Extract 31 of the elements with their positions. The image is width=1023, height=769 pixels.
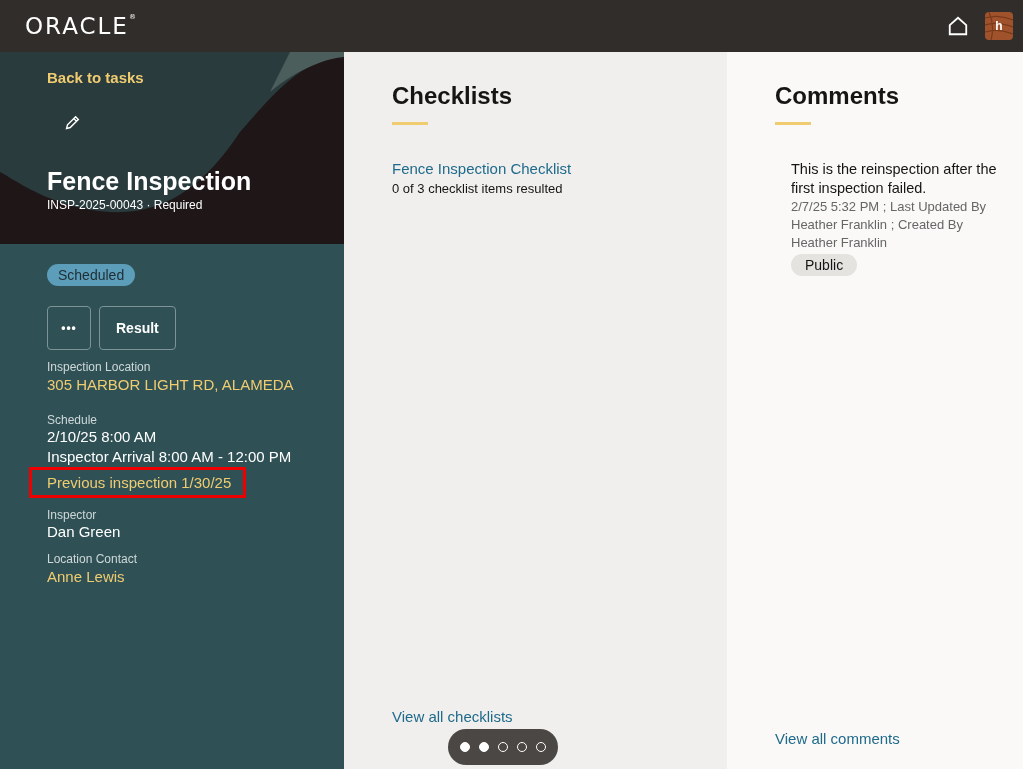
previous-inspection-link[interactable]: Previous inspection 1/30/25 <box>47 474 232 491</box>
section-title: Comments <box>775 82 900 110</box>
home-icon[interactable] <box>947 15 969 37</box>
edit-icon[interactable] <box>63 114 81 132</box>
page-dot[interactable] <box>479 742 489 752</box>
user-avatar[interactable]: h <box>985 12 1013 40</box>
field-label: Inspector <box>47 508 97 522</box>
field-value: Inspector Arrival 8:00 AM - 12:00 PM <box>47 447 292 467</box>
more-button[interactable]: ••• <box>47 306 91 350</box>
field-value: 2/10/25 8:00 AM <box>47 427 157 447</box>
view-all-link[interactable]: View all checklists <box>392 708 513 725</box>
comment-meta: 2/7/25 5:32 PM ; Last Updated By Heather Franklin ; Created By Heather Franklin <box>791 198 988 252</box>
checklist-summary: 0 of 3 checklist items resulted <box>392 181 564 196</box>
back-link[interactable]: Back to tasks <box>47 69 297 86</box>
status-badge: Scheduled <box>47 264 136 286</box>
task-subtitle: INSP-2025-00043 · Required <box>47 198 204 212</box>
checklist-link[interactable]: Fence Inspection Checklist <box>392 160 572 177</box>
section-title: Checklists <box>392 82 513 110</box>
field-label: Location Contact <box>47 552 138 566</box>
field-label: Inspection Location <box>47 360 151 374</box>
field-label: Schedule <box>47 413 98 427</box>
visibility-tag: Public <box>791 254 858 276</box>
page-dot[interactable] <box>460 742 470 752</box>
result-button[interactable]: Result <box>99 306 176 350</box>
task-title: Fence Inspection <box>47 167 253 196</box>
comment-text: This is the reinspection after the first inspection failed. <box>791 160 998 198</box>
field-link[interactable]: Anne Lewis <box>47 566 125 587</box>
view-all-link[interactable]: View all comments <box>775 730 900 747</box>
field-value: Dan Green <box>47 522 121 542</box>
oracle-logo: ORACLE$^{®}$ <box>25 13 136 39</box>
field-link[interactable]: 305 HARBOR LIGHT RD, ALAMEDA <box>47 374 294 395</box>
